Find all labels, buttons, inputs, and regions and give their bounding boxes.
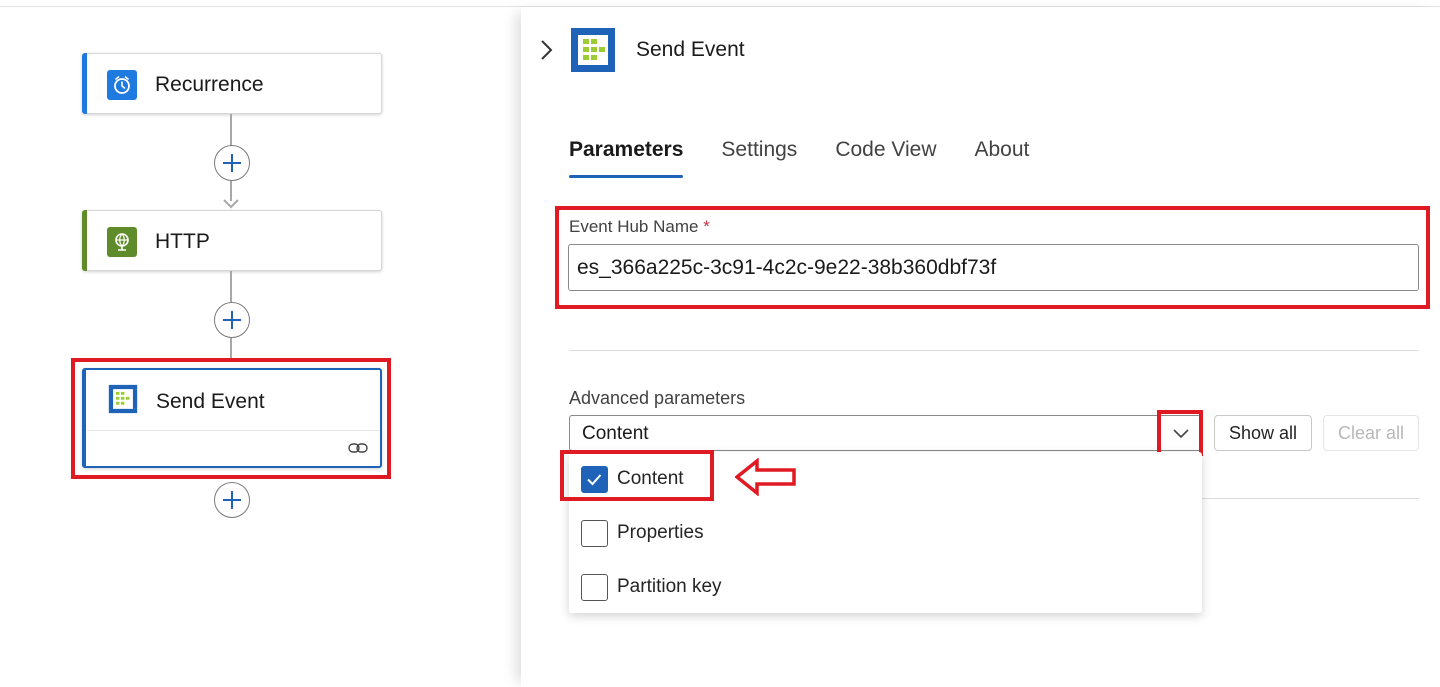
section-divider [569,350,1419,351]
event-hub-name-input[interactable] [568,244,1419,291]
globe-icon [107,227,137,257]
event-hubs-icon [106,382,140,416]
recurrence-node[interactable]: Recurrence [82,53,382,114]
chevron-right-icon[interactable] [539,38,555,62]
advanced-parameters-combobox[interactable]: Content [569,415,1201,451]
http-node[interactable]: HTTP [82,210,382,271]
event-hub-name-label: Event Hub Name * [569,217,710,237]
option-properties[interactable]: Properties [581,518,704,548]
connector-arrow-icon [223,199,239,209]
tab-about[interactable]: About [975,138,1030,178]
tab-code-view[interactable]: Code View [835,138,936,178]
node-accent [82,53,87,114]
option-label: Properties [617,522,704,543]
combobox-value: Content [582,423,649,444]
send-event-node[interactable]: Send Event [82,368,382,468]
option-partition-key[interactable]: Partition key [581,572,722,602]
option-label: Partition key [617,576,722,597]
node-accent [82,210,87,271]
left-arrow-callout-icon [735,458,796,496]
checkbox-unchecked[interactable] [581,519,608,547]
add-step-button[interactable] [214,302,250,338]
event-hubs-icon [571,28,615,72]
node-divider [87,430,380,431]
connector-line [230,338,232,360]
tab-settings[interactable]: Settings [721,138,797,178]
node-accent [83,369,86,467]
connector-line [230,114,232,148]
panel-title: Send Event [636,38,745,61]
node-title: Recurrence [155,73,264,96]
tab-parameters[interactable]: Parameters [569,138,684,178]
clear-all-button[interactable]: Clear all [1323,415,1420,451]
node-title: HTTP [155,230,210,253]
panel-tabs: Parameters Settings Code View About [569,138,1029,178]
link-icon [348,443,368,453]
required-marker: * [703,217,710,236]
show-all-button[interactable]: Show all [1214,415,1313,451]
highlight-box-option [560,450,714,501]
connector-line [230,181,232,201]
alarm-clock-icon [107,70,137,100]
highlight-box-chevron [1157,410,1203,456]
connector-line [230,271,232,304]
add-step-button[interactable] [214,482,250,518]
add-step-button[interactable] [214,145,250,181]
advanced-parameters-label: Advanced parameters [569,388,746,408]
node-title: Send Event [156,390,265,413]
checkbox-unchecked[interactable] [581,573,608,601]
field-label-text: Event Hub Name [569,217,699,236]
